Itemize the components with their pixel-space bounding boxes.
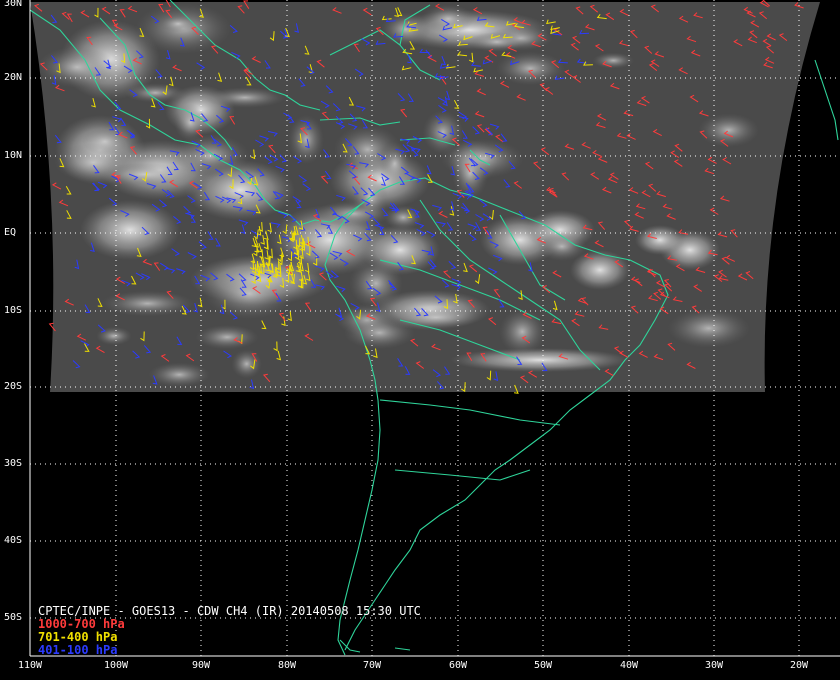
lat-label-40s: 40S	[4, 535, 23, 546]
cloud-patch	[499, 308, 546, 355]
cloud-patch	[467, 31, 526, 52]
wind-map-figure: 30N 20N 10N EQ 10S 20S 30S 40S 50S 110W …	[0, 0, 840, 680]
cloud-patch	[314, 200, 392, 227]
cloud-patch	[160, 15, 196, 33]
cloud-patch	[101, 290, 194, 317]
lat-label-30n: 30N	[4, 0, 23, 9]
cloud-patch	[81, 128, 128, 155]
lon-label-80w: 80W	[277, 660, 297, 671]
cloud-patch	[592, 52, 635, 69]
lat-label-10s: 10S	[4, 305, 23, 316]
lat-label-10n: 10N	[4, 150, 23, 161]
lon-label-100w: 100W	[103, 660, 129, 671]
lon-label-110w: 110W	[17, 660, 43, 671]
cloud-patch	[667, 308, 750, 348]
legend-entry-high-level: 401-100 hPa	[38, 643, 118, 657]
lon-label-40w: 40W	[619, 660, 639, 671]
map-caption: CPTEC/INPE - GOES13 - CDW CH4 (IR) 20140…	[38, 605, 421, 657]
cloud-patch	[450, 348, 630, 372]
cloud-patch	[349, 258, 403, 309]
cloud-patch	[635, 225, 685, 255]
cloud-patch	[203, 87, 286, 108]
cloud-patch	[698, 113, 759, 148]
lon-label-50w: 50W	[533, 660, 553, 671]
cloud-patch	[37, 46, 117, 88]
cloud-patch	[391, 306, 481, 328]
lat-label-eq: EQ	[4, 227, 17, 238]
cloud-patch	[231, 349, 262, 379]
cloud-patch	[381, 12, 431, 47]
lon-label-90w: 90W	[191, 660, 211, 671]
cloud-patch	[80, 200, 180, 260]
lat-label-30s: 30S	[4, 458, 23, 469]
lon-label-20w: 20W	[789, 660, 809, 671]
map-canvas	[29, 0, 840, 657]
lat-label-20s: 20S	[4, 381, 23, 392]
cloud-patch	[495, 51, 565, 86]
lon-label-60w: 60W	[448, 660, 468, 671]
cloud-patch	[195, 324, 259, 350]
lat-label-20n: 20N	[4, 72, 23, 83]
lon-label-30w: 30W	[704, 660, 724, 671]
lon-label-70w: 70W	[362, 660, 382, 671]
cloud-patch	[96, 326, 132, 346]
cloud-patch	[148, 362, 210, 387]
lat-label-50s: 50S	[4, 612, 23, 623]
cloud-patch	[333, 125, 402, 174]
